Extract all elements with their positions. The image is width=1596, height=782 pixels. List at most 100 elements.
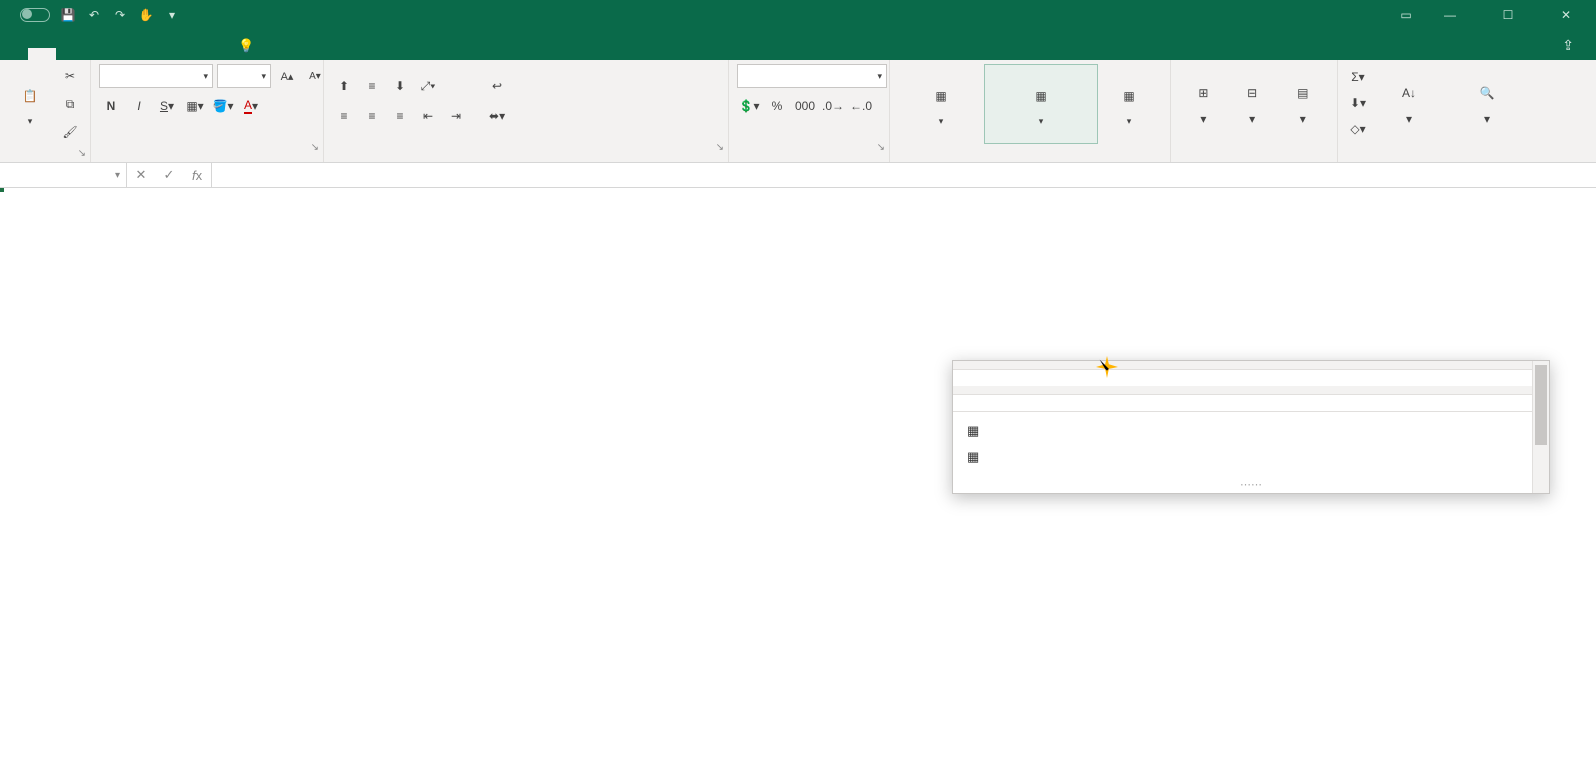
fill-button[interactable]: ⬇▾ [1346,91,1370,115]
copy-button[interactable]: ⧉ [58,92,82,116]
decrease-decimal-button[interactable]: ←.0 [849,94,873,118]
find-select-button[interactable]: 🔍▾ [1448,64,1526,142]
share-icon: ⇪ [1562,37,1574,54]
gallery-section-medium [953,386,1549,395]
cancel-formula-button[interactable]: ✕ [127,167,155,183]
align-left-button[interactable]: ≡ [332,104,356,128]
undo-icon[interactable]: ↶ [86,7,102,23]
formula-bar: ▾ ✕ ✓ fx [0,163,1596,188]
worksheet-area: ▦ ▦ ⋯⋯ [0,188,1596,782]
orientation-button[interactable]: ⤢▾ [416,74,440,98]
enter-formula-button[interactable]: ✓ [155,167,183,183]
group-styles: ▦ ▾ ▦ ▾ ▦ ▾ [890,60,1171,162]
ribbon: 📋 ▾ ✂ ⧉ 🖌 ↘ ▾ ▾ A▴ A▾ N I S▾ ▦▾ [0,60,1596,163]
tab-home[interactable] [28,48,56,60]
qat-customize-icon[interactable]: ▾ [164,7,180,23]
number-format-combo[interactable]: ▾ [737,64,887,88]
title-bar: 💾 ↶ ↷ ✋ ▾ ▭ — ☐ ✕ [0,0,1596,30]
indent-decrease-button[interactable]: ⇤ [416,104,440,128]
cond-format-icon: ▦ [926,82,956,112]
dialog-launcher-icon[interactable]: ↘ [78,148,86,159]
pivot-icon: ▦ [967,449,979,465]
underline-button[interactable]: S▾ [155,94,179,118]
gallery-resize-grip[interactable]: ⋯⋯ [953,476,1549,493]
indent-increase-button[interactable]: ⇥ [444,104,468,128]
formula-input[interactable] [212,163,1596,187]
tab-insert[interactable] [56,48,84,60]
dialog-launcher-icon[interactable]: ↘ [877,142,885,153]
tab-formulas[interactable] [112,48,140,60]
accounting-format-button[interactable]: 💲▾ [737,94,761,118]
touch-mode-icon[interactable]: ✋ [138,7,154,23]
insert-cells-button[interactable]: ⊞▾ [1179,64,1228,142]
autosave-toggle[interactable] [14,8,50,22]
tab-review[interactable] [168,48,196,60]
tab-data[interactable] [140,48,168,60]
new-table-style-menuitem[interactable]: ▦ [953,418,1549,444]
cell-styles-button[interactable]: ▦ ▾ [1098,65,1160,143]
gallery-section-light [953,361,1549,370]
minimize-button[interactable]: — [1428,0,1472,30]
share-button[interactable]: ⇪ [1546,31,1596,60]
sort-icon: A↓ [1394,79,1424,109]
group-editing: Σ▾ ⬇▾ ◇▾ A↓▾ 🔍▾ [1338,60,1596,162]
bold-button[interactable]: N [99,94,123,118]
gallery-scrollbar[interactable] [1532,361,1549,493]
format-painter-button[interactable]: 🖌 [58,120,82,144]
font-name-combo[interactable]: ▾ [99,64,213,88]
search-icon: 🔍 [1472,79,1502,109]
paste-button[interactable]: 📋 ▾ [8,65,52,143]
wrap-text-button[interactable]: ↩ [482,74,512,98]
lightbulb-icon: 💡 [238,38,254,54]
format-icon: ▤ [1288,79,1318,109]
tell-me-search[interactable]: 💡 [224,32,274,60]
sort-filter-button[interactable]: A↓▾ [1374,64,1444,142]
align-center-button[interactable]: ≡ [360,104,384,128]
merge-center-button[interactable]: ⬌ ▾ [482,104,512,128]
cell-styles-icon: ▦ [1114,82,1144,112]
table-icon: ▦ [1026,82,1056,112]
group-alignment: ⬆ ≡ ⬇ ⤢▾ ≡ ≡ ≡ ⇤ ⇥ ↩ ⬌ ▾ ↘ [324,60,729,162]
font-size-combo[interactable]: ▾ [217,64,271,88]
group-clipboard: 📋 ▾ ✂ ⧉ 🖌 ↘ [0,60,91,162]
table-styles-gallery: ▦ ▦ ⋯⋯ [952,360,1550,494]
increase-font-button[interactable]: A▴ [275,64,299,88]
group-font: ▾ ▾ A▴ A▾ N I S▾ ▦▾ 🪣▾ A▾ ↘ [91,60,324,162]
toggle-off-icon [20,8,50,22]
percent-button[interactable]: % [765,94,789,118]
delete-cells-button[interactable]: ⊟▾ [1228,64,1277,142]
ribbon-tabs: 💡 ⇪ [0,30,1596,60]
align-top-button[interactable]: ⬆ [332,74,356,98]
fx-button[interactable]: fx [183,168,211,183]
dialog-launcher-icon[interactable]: ↘ [716,142,724,153]
close-button[interactable]: ✕ [1544,0,1588,30]
tab-layout[interactable] [84,48,112,60]
italic-button[interactable]: I [127,94,151,118]
new-pivot-table-style-menuitem[interactable]: ▦ [953,444,1549,470]
maximize-button[interactable]: ☐ [1486,0,1530,30]
fill-color-button[interactable]: 🪣▾ [211,94,235,118]
increase-decimal-button[interactable]: .0→ [821,94,845,118]
ribbon-options-icon[interactable]: ▭ [1398,7,1414,23]
cut-button[interactable]: ✂ [58,64,82,88]
name-box[interactable]: ▾ [0,163,127,187]
table-icon: ▦ [967,423,979,439]
font-color-button[interactable]: A▾ [239,94,263,118]
dialog-launcher-icon[interactable]: ↘ [311,142,319,153]
tab-file[interactable] [0,48,28,60]
conditional-formatting-button[interactable]: ▦ ▾ [898,65,984,143]
align-middle-button[interactable]: ≡ [360,74,384,98]
format-as-table-button[interactable]: ▦ ▾ [984,64,1098,144]
save-icon[interactable]: 💾 [60,7,76,23]
clear-button[interactable]: ◇▾ [1346,117,1370,141]
group-cells: ⊞▾ ⊟▾ ▤▾ [1171,60,1338,162]
insert-icon: ⊞ [1188,79,1218,109]
format-cells-button[interactable]: ▤▾ [1277,64,1329,142]
tab-view[interactable] [196,48,224,60]
borders-button[interactable]: ▦▾ [183,94,207,118]
redo-icon[interactable]: ↷ [112,7,128,23]
align-right-button[interactable]: ≡ [388,104,412,128]
align-bottom-button[interactable]: ⬇ [388,74,412,98]
thousands-button[interactable]: 000 [793,94,817,118]
autosum-button[interactable]: Σ▾ [1346,65,1370,89]
